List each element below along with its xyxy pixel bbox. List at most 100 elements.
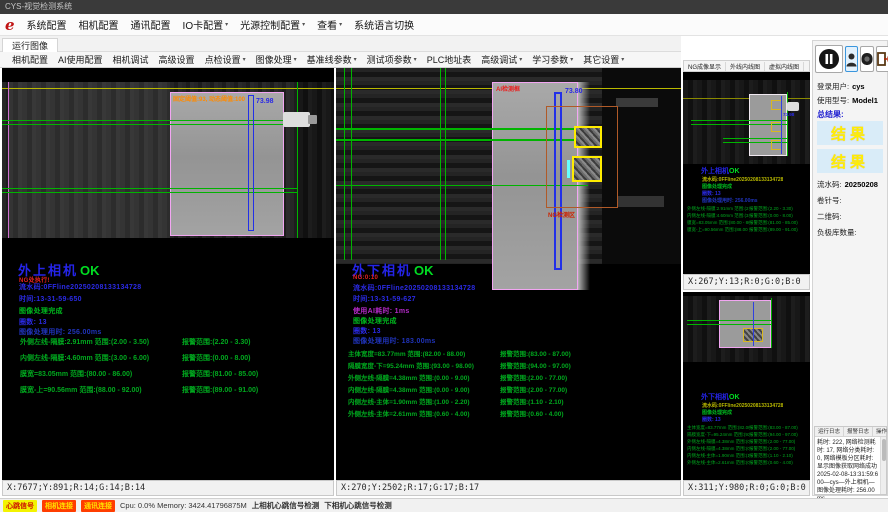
menu-view[interactable]: 查看▾ <box>311 15 348 34</box>
ng-display-image[interactable]: 73.98 外上相机OK 流水码:0FFline2025020813313472… <box>683 72 810 274</box>
alarm-range-text: 报警范围:(89.00 - 91.00) <box>182 385 258 395</box>
tool-advanced-settings[interactable]: 高级设置 <box>154 52 200 67</box>
camera-mode-button[interactable] <box>860 46 874 72</box>
cyan-marker <box>567 160 570 178</box>
serial-line: 流水码:0FFline20250208133134728 <box>702 402 783 409</box>
pause-button[interactable] <box>815 45 843 73</box>
alarm-range-text: 报警范围:(2.00 - 77.00) <box>500 384 567 394</box>
overlay-green-line <box>440 68 441 260</box>
measurement-text: 内侧左线-主体=1.90mm 范围:(1.00 - 2.20) <box>348 396 470 406</box>
alarm-range-text: 报警范围:(0.60 - 4.00) <box>749 460 793 466</box>
tool-camera-config[interactable]: 相机配置 <box>7 52 53 67</box>
measurement-text: 外侧左线-主体=2.61mm 范围:(0.60 - 4.00) <box>348 408 470 418</box>
menu-system-config[interactable]: 系统配置 <box>21 15 73 34</box>
measurement-text: 外侧左线-隔膜=4.38mm 范围:(0.00 - 9.00) <box>348 372 470 382</box>
mini-tab-strip: NG成像显示 外线内线图 虚拟内线图 <box>683 60 810 72</box>
tool-label: 高级调试 <box>481 53 517 66</box>
tool-label: 相机调试 <box>113 53 149 66</box>
overlay-green-line <box>687 324 771 325</box>
chevron-down-icon: ▾ <box>570 57 573 63</box>
measurement-text: 内侧左线-隔膜:4.60mm 范围:(3.00 - 6.00) <box>20 353 149 363</box>
tab-outer-inner-line[interactable]: 外线内线图 <box>726 62 765 71</box>
film-roi-box <box>170 92 284 236</box>
ai-roi-label: AI检测框 <box>496 84 520 93</box>
secondary-display-image[interactable]: 外下相机OK 流水码:0FFline20250208133134728 图像处理… <box>683 292 810 480</box>
tool-spot-check[interactable]: 点检设置▾ <box>200 52 251 67</box>
result-badge-1: 结果 <box>817 121 883 145</box>
tool-image-processing[interactable]: 图像处理▾ <box>251 52 302 67</box>
tab-ng-display[interactable]: NG成像显示 <box>684 62 726 71</box>
left-camera-image[interactable]: 固定阈值:93, 动态阈值:100 73.98 外上相机OK NG处执行! 流水… <box>2 68 334 480</box>
overlay-green-line <box>297 82 298 238</box>
measurement-text: 内侧左线-隔膜=4.38mm 范围:(0.00 - 9.00) <box>348 384 470 394</box>
alarm-range-text: 报警范围:(1.10 - 2.10) <box>500 396 564 406</box>
measurement-text: 外侧左线-隔膜:2.91mm 范围:(2.00 - 3.50) <box>687 206 749 212</box>
log-text: 耗时: 222, 网络检测耗时: 17, 网络分类耗时: 0, 网络模板分区耗时… <box>817 439 879 503</box>
count-line: 圈数: 13 <box>702 190 721 197</box>
chevron-down-icon: ▾ <box>339 22 342 28</box>
user-icon <box>846 52 857 67</box>
tool-test-params[interactable]: 测试项参数▾ <box>362 52 422 67</box>
tool-advanced-debug[interactable]: 高级调试▾ <box>476 52 527 67</box>
menu-comm-config[interactable]: 通讯配置 <box>125 15 177 34</box>
measurement-text: 膜宽-上=90.56mm 范围:(88.00 - 92.00) <box>20 385 142 395</box>
measurement-text: 外侧左线-隔膜:2.91mm 范围:(2.00 - 3.50) <box>20 337 149 347</box>
tool-ai-usage-config[interactable]: AI使用配置 <box>53 52 108 67</box>
elapsed-line: 图像处理用时: 256.00ms <box>19 327 102 337</box>
tool-other-settings[interactable]: 其它设置▾ <box>578 52 629 67</box>
tool-camera-debug[interactable]: 相机调试 <box>108 52 154 67</box>
tab-run-log[interactable]: 运行日志 <box>815 427 844 436</box>
done-line: 图像处理完成 <box>353 316 397 326</box>
exit-button[interactable] <box>876 46 888 72</box>
overlay-violet-line <box>8 82 9 238</box>
serial-line: 流水码:0FFline20250208133134728 <box>702 176 783 183</box>
tool-plc-address-table[interactable]: PLC地址表 <box>422 52 477 67</box>
middle-camera-image[interactable]: AI检测框 73.80 NG检测区 外下相机OK NG:0:10 流水码:0FF… <box>336 68 681 480</box>
tool-label: 图像处理 <box>256 53 292 66</box>
tool-learning-params[interactable]: 学习参数▾ <box>527 52 578 67</box>
secondary-display-status: X:311;Y:980;R:0;G:0;B:0 <box>683 480 810 496</box>
toolbar: 相机配置 AI使用配置 相机调试 高级设置 点检设置▾ 图像处理▾ 基准线参数▾… <box>0 52 681 68</box>
count-line: 圈数: 13 <box>353 326 381 336</box>
menu-label: 系统配置 <box>27 17 67 32</box>
tool-label: AI使用配置 <box>58 53 103 66</box>
overlay-green-line <box>687 320 771 321</box>
elapsed-line: 图像处理用时: 256.00ms <box>702 197 758 204</box>
alarm-range-text: 报警范围:(2.00 - 77.00) <box>749 439 795 445</box>
model-row: 使用型号:Model1 <box>817 95 878 106</box>
tool-baseline-params[interactable]: 基准线参数▾ <box>302 52 362 67</box>
menu-io-config[interactable]: IO卡配置▾ <box>177 15 235 34</box>
tab-alarm-log[interactable]: 报警日志 <box>844 427 873 436</box>
model-value: Model1 <box>852 96 878 105</box>
menu-language-switch[interactable]: 系统语言切换 <box>348 15 420 34</box>
log-scrollbar-thumb[interactable] <box>882 439 886 461</box>
menu-camera-config[interactable]: 相机配置 <box>73 15 125 34</box>
alarm-range-text: 报警范围:(2.20 - 3.30) <box>749 206 793 212</box>
machine-background <box>683 80 810 164</box>
done-line: 图像处理完成 <box>19 306 63 316</box>
measurement-text: 主体宽度=83.77mm 范围:(82.00 - 88.00) <box>687 425 749 431</box>
measurement-text: 隔膜宽度-下=95.24mm 范围:(93.00 - 98.00) <box>687 432 749 438</box>
threshold-overlay-label: 固定阈值:93, 动态阈值:100 <box>173 94 245 103</box>
chevron-down-icon: ▾ <box>621 57 624 63</box>
menu-light-config[interactable]: 光源控制配置▾ <box>234 15 311 34</box>
time-line: 时间:13-31-59-650 <box>19 294 82 304</box>
alarm-range-text: 报警范围:(2.00 - 77.00) <box>749 446 795 452</box>
chevron-down-icon: ▾ <box>225 22 228 28</box>
camera-name: 外下相机 <box>701 394 729 401</box>
status-bar: 心跳信号 相机连接 通讯连接 Cpu: 0.0% Memory: 3424.41… <box>0 498 888 512</box>
window-titlebar[interactable]: CYS-视觉检测系统 <box>0 0 888 14</box>
done-line: 图像处理完成 <box>702 183 732 190</box>
machine-feature <box>616 98 658 107</box>
overlay-yellow-line <box>2 88 334 89</box>
tab-virtual-inner-line[interactable]: 虚拟内线图 <box>765 62 804 71</box>
chevron-down-icon: ▾ <box>294 57 297 63</box>
defect-box <box>574 126 602 148</box>
user-login-button[interactable] <box>845 46 858 72</box>
result-ok-label: OK <box>729 394 740 401</box>
tab-operation-log[interactable]: 操作日志 <box>873 427 888 436</box>
log-scrollbar[interactable] <box>880 437 886 494</box>
measurement-text: 膜宽=83.05mm 范围:(80.00 - 86.00) <box>687 220 749 226</box>
done-line: 图像处理完成 <box>702 409 732 416</box>
menu-label: IO卡配置 <box>183 17 224 32</box>
